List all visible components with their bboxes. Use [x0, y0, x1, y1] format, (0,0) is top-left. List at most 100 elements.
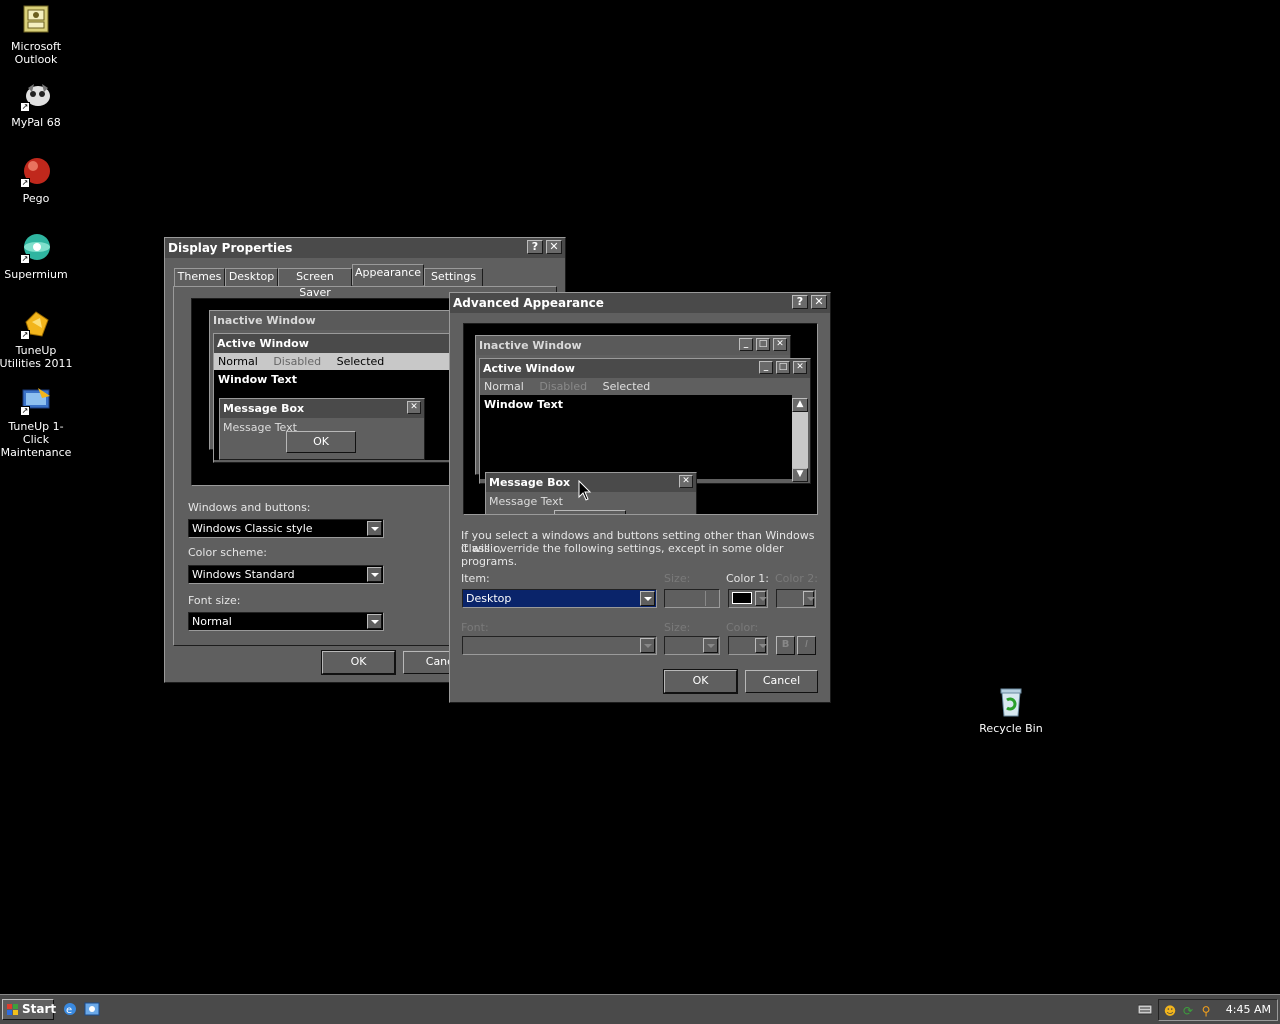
note-line-2: it will override the following settings,… — [461, 542, 784, 568]
preview-ok-button[interactable]: OK — [554, 510, 626, 514]
scroll-up-icon[interactable]: ▲ — [792, 398, 808, 412]
preview-window-text[interactable]: Window Text — [480, 395, 792, 479]
font-size-select — [664, 636, 720, 655]
taskbar: Start e ☻ ⟳ ⚲ 4:45 AM — [0, 994, 1280, 1024]
ok-button[interactable]: OK — [321, 650, 396, 675]
chevron-down-icon[interactable] — [367, 567, 382, 582]
shortcut-arrow-icon: ↗ — [20, 330, 30, 340]
color1-label: Color 1: — [726, 572, 769, 585]
user-icon[interactable]: ☻ — [1163, 1004, 1177, 1018]
tab-settings[interactable]: Settings — [424, 268, 483, 286]
clock[interactable]: 4:45 AM — [1226, 1003, 1271, 1016]
outlook-express-icon[interactable] — [84, 1001, 100, 1017]
tab-themes[interactable]: Themes — [174, 268, 225, 286]
chevron-down-icon — [640, 638, 655, 653]
font-select — [462, 636, 657, 655]
menu-selected[interactable]: Selected — [603, 380, 651, 393]
color-scheme-select[interactable]: Windows Standard — [188, 565, 384, 584]
advanced-preview[interactable]: Inactive Window _ □ ✕ Active Window _ □ … — [463, 323, 818, 515]
scroll-down-icon[interactable]: ▼ — [792, 468, 808, 482]
preview-menubar: Normal Disabled Selected — [214, 353, 470, 370]
desktop-icon-pego[interactable]: ↗ Pego — [0, 156, 74, 205]
menu-normal: Normal — [218, 355, 258, 368]
advanced-appearance-window: Advanced Appearance ? ✕ Inactive Window … — [449, 292, 831, 703]
window-title: Display Properties — [168, 241, 293, 255]
preview-active-window[interactable]: Active Window _ □ ✕ Normal Disabled Sele… — [479, 358, 811, 484]
font-color-picker — [728, 636, 768, 655]
windows-buttons-select[interactable]: Windows Classic style — [188, 519, 384, 538]
preview-menubar[interactable]: Normal Disabled Selected — [480, 378, 810, 395]
close-button[interactable]: ✕ — [546, 240, 562, 254]
display-properties-titlebar[interactable]: Display Properties ? ✕ — [165, 238, 565, 258]
desktop-icon-label: Supermium — [4, 268, 68, 281]
desktop-icon-tuneup[interactable]: ↗ TuneUp Utilities 2011 — [0, 308, 74, 370]
shortcut-arrow-icon: ↗ — [20, 102, 30, 112]
close-icon: ✕ — [793, 361, 807, 374]
tab-appearance[interactable]: Appearance — [352, 264, 424, 285]
chevron-down-icon[interactable] — [640, 591, 655, 606]
preview-active-title: Active Window — [214, 334, 470, 353]
search-icon[interactable]: ⚲ — [1199, 1004, 1213, 1018]
desktop-icon-label: Recycle Bin — [979, 722, 1043, 735]
start-label: Start — [22, 1002, 57, 1016]
desktop-icon-mypal[interactable]: ↗ MyPal 68 — [0, 80, 74, 129]
windows-buttons-value: Windows Classic style — [192, 522, 313, 535]
tab-desktop[interactable]: Desktop — [225, 268, 278, 286]
desktop-icon-label: TuneUp 1-Click Maintenance — [0, 420, 72, 459]
advanced-appearance-titlebar[interactable]: Advanced Appearance ? ✕ — [450, 293, 830, 313]
mouse-cursor-icon — [578, 480, 592, 501]
font-color-label: Color: — [726, 621, 759, 634]
chevron-down-icon — [703, 638, 718, 653]
desktop-icon-outlook[interactable]: Microsoft Outlook — [0, 4, 74, 66]
preview-inactive-title: Inactive Window — [210, 311, 470, 330]
desktop-icon-recycle-bin[interactable]: Recycle Bin — [973, 686, 1049, 735]
windows-buttons-label: Windows and buttons: — [188, 501, 311, 514]
preview-scrollbar[interactable]: ▲ ▼ — [792, 398, 808, 482]
windows-logo-icon — [7, 1003, 19, 1015]
chevron-down-icon[interactable] — [367, 521, 382, 536]
preview-message-box: Message Box ✕ Message Text OK — [219, 398, 425, 460]
appearance-preview: Inactive Window Active Window Normal Dis… — [191, 298, 471, 486]
chevron-down-icon[interactable] — [755, 591, 767, 606]
help-button[interactable]: ? — [527, 240, 543, 254]
ok-button[interactable]: OK — [663, 669, 738, 694]
supermium-icon: ↗ — [20, 232, 52, 264]
desktop-icon-label: Pego — [22, 192, 50, 205]
tab-screen-saver[interactable]: Screen Saver — [278, 268, 352, 299]
shortcut-arrow-icon: ↗ — [20, 406, 30, 416]
menu-normal[interactable]: Normal — [484, 380, 524, 393]
cancel-button[interactable]: Cancel — [745, 670, 818, 693]
start-button[interactable]: Start — [2, 999, 57, 1020]
menu-disabled[interactable]: Disabled — [539, 380, 587, 393]
chevron-down-icon — [803, 591, 815, 606]
desktop-icon-tuneup-maintenance[interactable]: ↗ TuneUp 1-Click Maintenance — [0, 384, 74, 459]
close-icon: ✕ — [679, 475, 693, 488]
size-label: Size: — [664, 572, 691, 585]
maximize-icon: □ — [776, 361, 790, 374]
keyboard-icon[interactable] — [1137, 1003, 1153, 1015]
minimize-icon: _ — [739, 338, 753, 351]
preview-msgbox-title: Message Box — [220, 399, 424, 418]
svg-text:e: e — [66, 1005, 72, 1016]
font-size-label: Font size: — [188, 594, 241, 607]
item-select[interactable]: Desktop — [462, 589, 657, 608]
size-spinner — [664, 589, 720, 608]
help-button[interactable]: ? — [792, 295, 808, 309]
ie-icon[interactable]: e — [62, 1001, 78, 1017]
shortcut-arrow-icon: ↗ — [20, 178, 30, 188]
network-icon[interactable]: ⟳ — [1181, 1004, 1195, 1018]
shortcut-arrow-icon: ↗ — [20, 254, 30, 264]
chevron-down-icon[interactable] — [367, 614, 382, 629]
chevron-down-icon — [755, 638, 767, 653]
close-button[interactable]: ✕ — [811, 295, 827, 309]
color1-picker[interactable] — [728, 589, 768, 608]
close-icon: ✕ — [407, 401, 421, 414]
font-size-select[interactable]: Normal — [188, 612, 384, 631]
desktop-icon-supermium[interactable]: ↗ Supermium — [0, 232, 74, 281]
window-title: Advanced Appearance — [453, 296, 604, 310]
close-icon: ✕ — [773, 338, 787, 351]
font-label: Font: — [461, 621, 489, 634]
font-size-label: Size: — [664, 621, 691, 634]
menu-disabled: Disabled — [273, 355, 322, 368]
desktop-icon-label: TuneUp Utilities 2011 — [0, 344, 73, 370]
